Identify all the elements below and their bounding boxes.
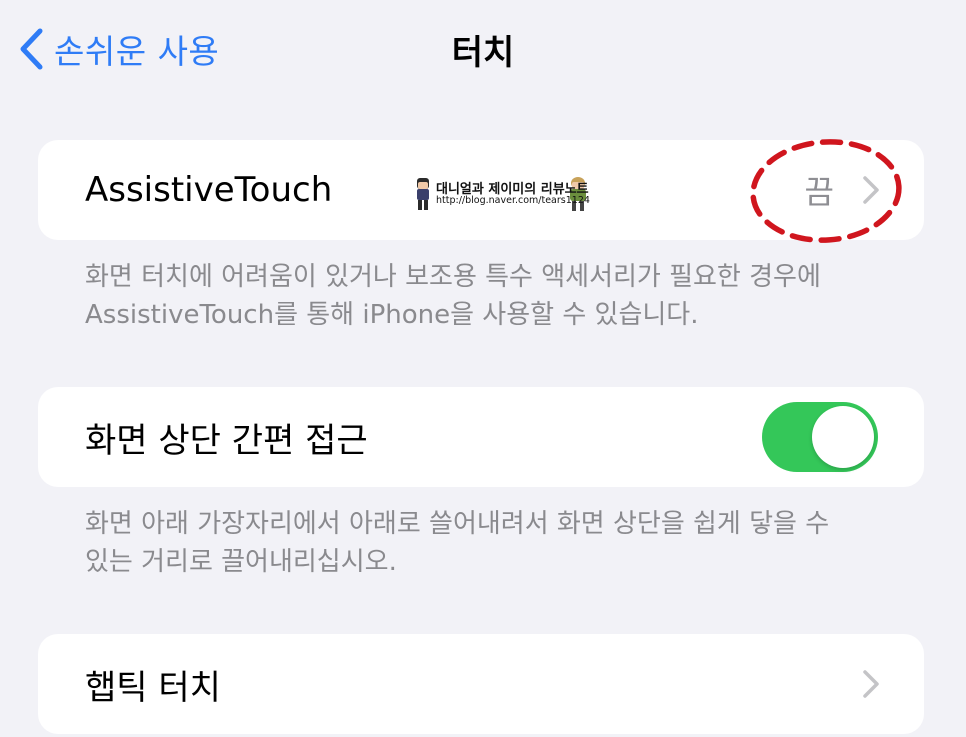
reachability-row: 화면 상단 간편 접근	[38, 387, 924, 487]
toggle-knob	[812, 406, 874, 468]
annotation-dashed-circle	[750, 139, 902, 243]
assistive-touch-footer: 화면 터치에 어려움이 있거나 보조용 특수 액세서리가 필요한 경우에 Ass…	[85, 258, 915, 334]
reachability-label: 화면 상단 간편 접근	[85, 420, 368, 461]
haptic-touch-group: 햅틱 터치	[38, 634, 924, 734]
back-button[interactable]: 손쉬운 사용	[18, 22, 219, 76]
haptic-touch-row[interactable]: 햅틱 터치	[38, 634, 924, 734]
haptic-touch-label: 햅틱 터치	[85, 667, 221, 708]
back-button-label: 손쉬운 사용	[54, 32, 220, 71]
watermark-url: http://blog.naver.com/tears1124	[436, 195, 590, 206]
reachability-toggle[interactable]	[762, 402, 878, 472]
assistive-touch-footer-line1: 화면 터치에 어려움이 있거나 보조용 특수 액세서리가 필요한 경우에	[85, 262, 821, 292]
chevron-left-icon	[20, 28, 43, 70]
reachability-footer: 화면 아래 가장자리에서 아래로 쓸어내려서 화면 상단을 쉽게 닿을 수 있는…	[85, 505, 915, 581]
reachability-footer-line1: 화면 아래 가장자리에서 아래로 쓸어내려서 화면 상단을 쉽게 닿을 수	[85, 509, 830, 539]
assistive-touch-footer-line2: AssistiveTouch를 통해 iPhone을 사용할 수 있습니다.	[85, 300, 699, 330]
reachability-footer-line2: 있는 거리로 끌어내리십시오.	[85, 547, 397, 577]
reachability-group: 화면 상단 간편 접근	[38, 387, 924, 487]
assistive-touch-label: AssistiveTouch	[85, 170, 333, 210]
touch-settings-screen: 손쉬운 사용 터치 AssistiveTouch 끔 대니얼과 제이미의 리뷰노…	[0, 0, 966, 737]
blog-watermark: 대니얼과 제이미의 리뷰노트 http://blog.naver.com/tea…	[412, 176, 590, 212]
chevron-right-icon	[863, 670, 879, 698]
